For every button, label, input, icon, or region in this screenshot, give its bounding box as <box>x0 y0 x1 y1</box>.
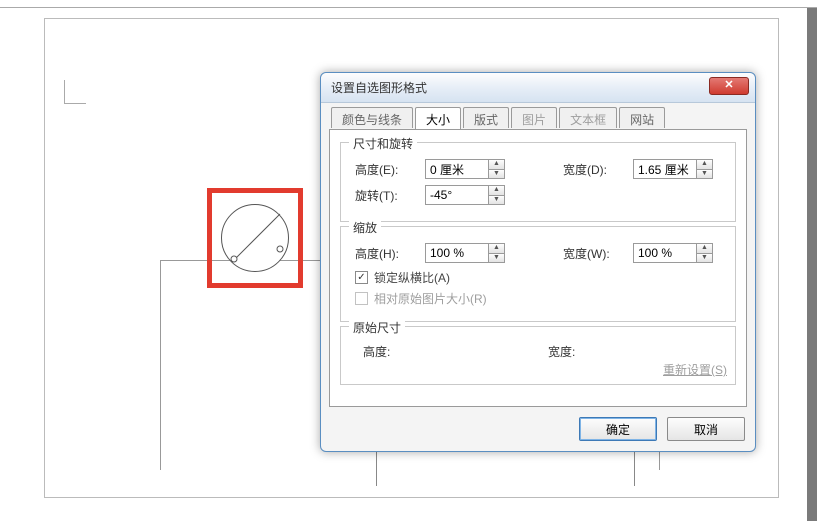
spin-up-icon[interactable]: ▲ <box>696 244 712 254</box>
drawing-line <box>634 450 635 486</box>
group-original: 原始尺寸 高度: 宽度: 重新设置(S) <box>340 326 736 385</box>
format-autoshape-dialog: 设置自选图形格式 ✕ 颜色与线条 大小 版式 图片 文本框 网站 尺寸和旋转 高… <box>320 72 756 452</box>
relative-checkbox: 相对原始图片大小(R) <box>355 290 725 307</box>
rotate-label: 旋转(T): <box>355 187 425 204</box>
width-label: 宽度(D): <box>563 161 633 178</box>
dialog-body: 颜色与线条 大小 版式 图片 文本框 网站 尺寸和旋转 高度(E): ▲▼ 宽度… <box>329 107 747 443</box>
tab-strip: 颜色与线条 大小 版式 图片 文本框 网站 <box>329 107 747 131</box>
original-width-label: 宽度: <box>540 343 725 360</box>
scrollbar-region <box>807 0 817 521</box>
spin-down-icon[interactable]: ▼ <box>488 170 504 179</box>
group-legend: 尺寸和旋转 <box>349 135 417 152</box>
close-button[interactable]: ✕ <box>709 77 749 95</box>
checkbox-icon <box>355 292 368 305</box>
height-label: 高度(E): <box>355 161 425 178</box>
height-input[interactable] <box>426 160 488 178</box>
tab-colors-lines[interactable]: 颜色与线条 <box>331 107 413 128</box>
spin-down-icon[interactable]: ▼ <box>488 254 504 263</box>
page-corner-mark <box>64 80 86 104</box>
group-size-rotate: 尺寸和旋转 高度(E): ▲▼ 宽度(D): ▲▼ 旋转(T): <box>340 142 736 222</box>
tab-layout[interactable]: 版式 <box>463 107 509 128</box>
spin-down-icon[interactable]: ▼ <box>696 170 712 179</box>
rotate-input[interactable] <box>426 186 488 204</box>
drawing-line <box>376 450 377 486</box>
dialog-title: 设置自选图形格式 <box>331 79 427 96</box>
group-legend: 缩放 <box>349 219 381 236</box>
tab-picture: 图片 <box>511 107 557 128</box>
tab-panel-size: 尺寸和旋转 高度(E): ▲▼ 宽度(D): ▲▼ 旋转(T): <box>329 129 747 407</box>
height-spinner[interactable]: ▲▼ <box>425 159 505 179</box>
scale-width-label: 宽度(W): <box>563 245 633 262</box>
close-icon: ✕ <box>724 79 733 91</box>
lock-ratio-checkbox[interactable]: ✓ 锁定纵横比(A) <box>355 269 725 286</box>
width-spinner[interactable]: ▲▼ <box>633 159 713 179</box>
cancel-button[interactable]: 取消 <box>667 417 745 441</box>
scale-width-input[interactable] <box>634 244 696 262</box>
original-height-label: 高度: <box>355 343 540 360</box>
spin-up-icon[interactable]: ▲ <box>696 160 712 170</box>
relative-label: 相对原始图片大小(R) <box>374 290 487 307</box>
spin-down-icon[interactable]: ▼ <box>488 196 504 205</box>
scale-height-input[interactable] <box>426 244 488 262</box>
dialog-titlebar[interactable]: 设置自选图形格式 ✕ <box>321 73 755 103</box>
group-scale: 缩放 高度(H): ▲▼ 宽度(W): ▲▼ ✓ 锁定纵 <box>340 226 736 322</box>
group-legend: 原始尺寸 <box>349 319 405 336</box>
scale-height-spinner[interactable]: ▲▼ <box>425 243 505 263</box>
tab-size[interactable]: 大小 <box>415 107 461 129</box>
ok-button[interactable]: 确定 <box>579 417 657 441</box>
scale-width-spinner[interactable]: ▲▼ <box>633 243 713 263</box>
checkbox-icon: ✓ <box>355 271 368 284</box>
top-rule <box>0 0 817 8</box>
tab-textbox: 文本框 <box>559 107 617 128</box>
reset-button: 重新设置(S) <box>663 361 727 378</box>
lock-ratio-label: 锁定纵横比(A) <box>374 269 450 286</box>
width-input[interactable] <box>634 160 696 178</box>
scale-height-label: 高度(H): <box>355 245 425 262</box>
spin-down-icon[interactable]: ▼ <box>696 254 712 263</box>
highlight-box <box>207 188 303 288</box>
rotate-spinner[interactable]: ▲▼ <box>425 185 505 205</box>
dialog-buttons: 确定 取消 <box>579 417 745 441</box>
spin-up-icon[interactable]: ▲ <box>488 186 504 196</box>
spin-up-icon[interactable]: ▲ <box>488 160 504 170</box>
tab-web[interactable]: 网站 <box>619 107 665 128</box>
spin-up-icon[interactable]: ▲ <box>488 244 504 254</box>
